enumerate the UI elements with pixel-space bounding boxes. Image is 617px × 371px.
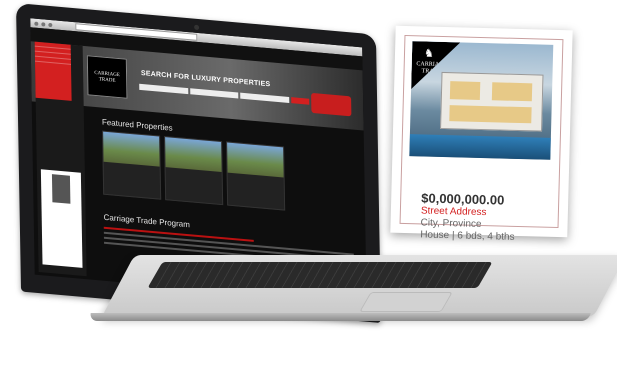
flyer-street: Street Address — [420, 205, 487, 219]
keyboard — [147, 262, 493, 288]
property-flyer: ♞ CARRIAGE TRADE $0,000,000.00 Street Ad… — [390, 25, 573, 243]
house-illustration — [440, 71, 544, 132]
house-window — [449, 105, 532, 124]
browser-dot — [34, 21, 39, 26]
agent-photo — [51, 174, 71, 204]
browser-dot — [41, 21, 46, 27]
pool — [409, 134, 551, 160]
property-card — [226, 141, 286, 211]
site-logo-text: CARRIAGE TRADE — [94, 70, 120, 84]
flyer-info: House | 6 bds, 4 bths — [420, 229, 515, 243]
trackpad — [359, 292, 453, 312]
property-photo — [103, 131, 160, 167]
agent-panel — [40, 169, 83, 268]
property-card — [164, 135, 224, 206]
program-title: Carriage Trade Program — [103, 212, 190, 230]
flyer-city: City, Province — [420, 217, 482, 231]
featured-title: Featured Properties — [101, 117, 173, 133]
webcam — [194, 24, 200, 31]
house-window — [449, 81, 481, 100]
hero-sofa — [311, 92, 352, 117]
flyer-house-photo: ♞ CARRIAGE TRADE — [409, 41, 554, 160]
sidebar-menu — [34, 41, 72, 101]
house-window — [491, 82, 533, 102]
property-card — [102, 130, 162, 200]
site-logo: CARRIAGE TRADE — [86, 55, 128, 99]
property-photo — [227, 142, 284, 178]
browser-dot — [48, 22, 53, 27]
horse-icon: ♞ — [423, 47, 435, 60]
property-photo — [165, 137, 222, 173]
laptop-front-edge — [89, 313, 591, 321]
